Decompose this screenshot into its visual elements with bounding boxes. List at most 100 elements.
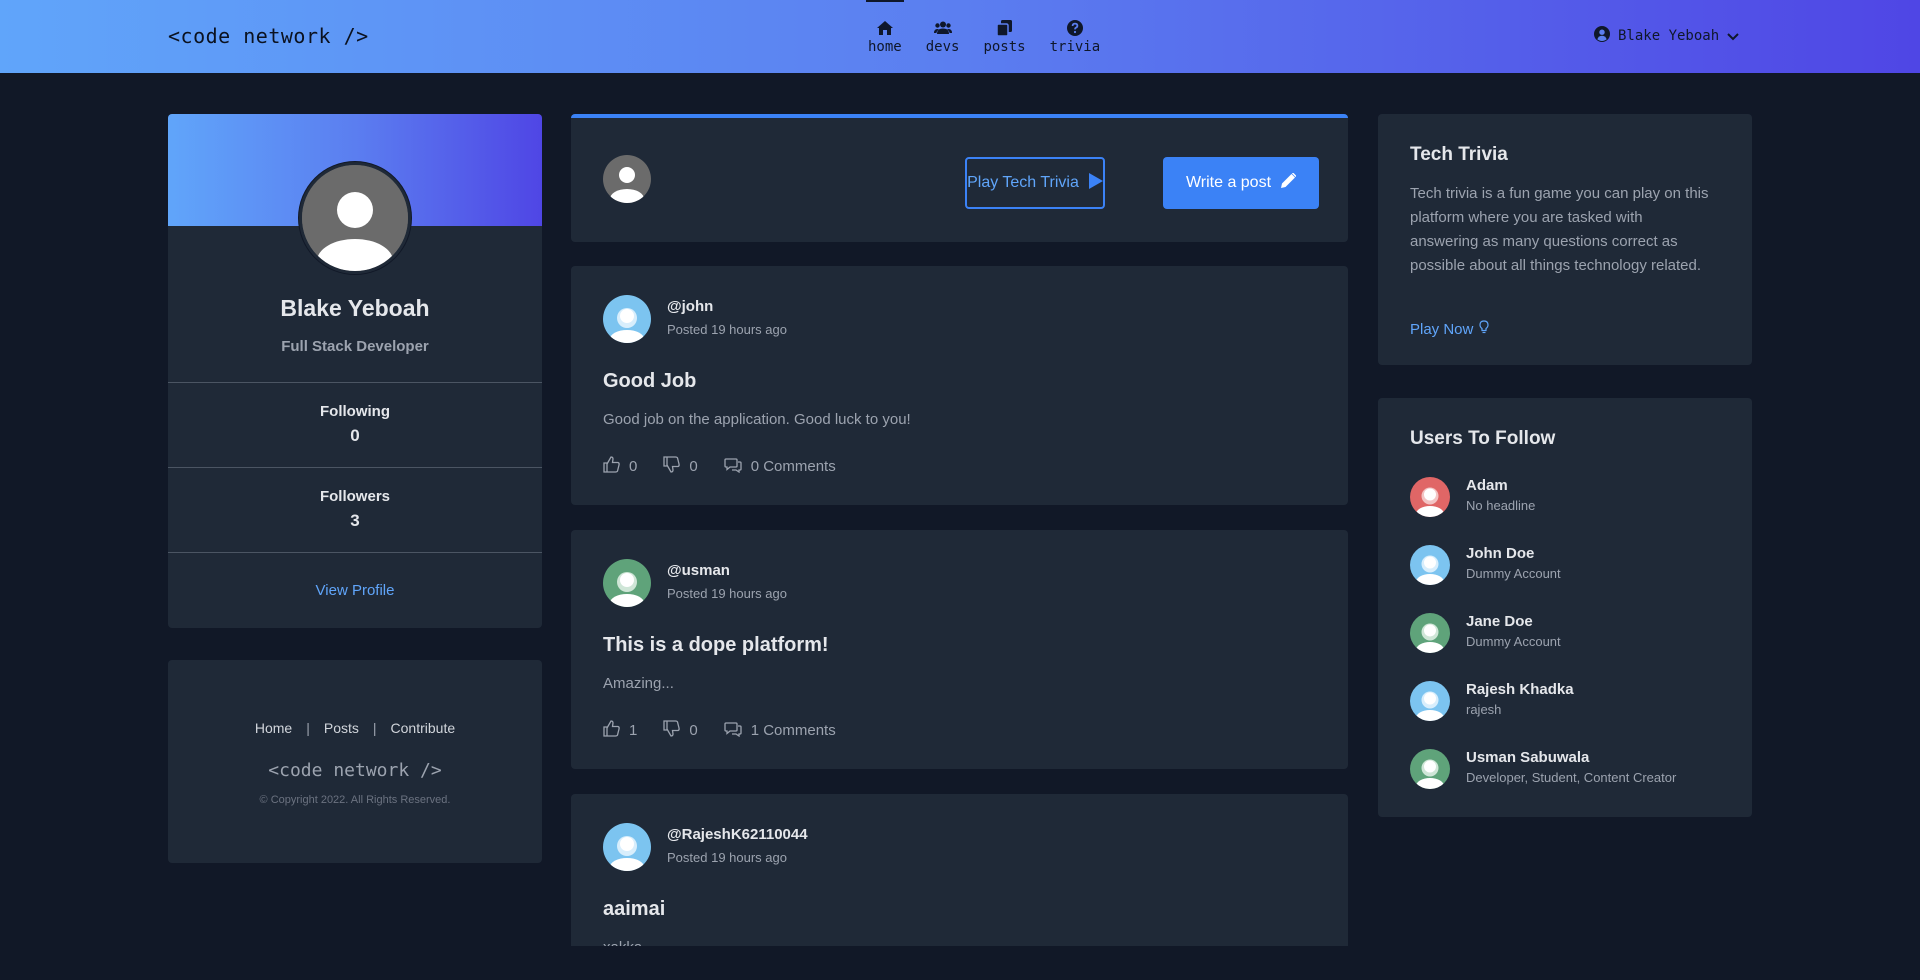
follow-user-item[interactable]: Usman Sabuwala Developer, Student, Conte… (1410, 749, 1730, 789)
play-icon (1088, 172, 1103, 194)
post-body: Amazing... (603, 675, 674, 692)
avatar (1410, 681, 1450, 721)
follow-user-headline: rajesh (1466, 702, 1502, 717)
comments-button[interactable]: 1 Comments (724, 721, 836, 741)
brand-logo[interactable]: <code network /> (168, 24, 369, 48)
post-author[interactable]: @john (667, 298, 713, 315)
profile-role: Full Stack Developer (281, 338, 429, 355)
follow-user-item[interactable]: John Doe Dummy Account (1410, 545, 1730, 585)
viewport-bottom (0, 946, 1920, 980)
like-button[interactable]: 1 (603, 720, 637, 741)
play-tech-trivia-button[interactable]: Play Tech Trivia (965, 157, 1105, 209)
view-profile-link[interactable]: View Profile (168, 582, 542, 599)
tech-trivia-card: Tech Trivia Tech trivia is a fun game yo… (1378, 114, 1752, 365)
post-body: Good job on the application. Good luck t… (603, 411, 911, 428)
like-count: 1 (629, 722, 638, 739)
followers-label: Followers (319, 488, 390, 505)
avatar (1410, 545, 1450, 585)
thumbs-down-icon (663, 720, 681, 741)
question-circle-icon (1066, 19, 1083, 37)
main-nav: home devs posts trivia (856, 0, 1112, 73)
post-card: @john Posted 19 hours ago Good Job Good … (571, 266, 1348, 505)
profile-name: Blake Yeboah (280, 295, 430, 321)
lightbulb-icon (1479, 320, 1489, 338)
follow-user-item[interactable]: Rajesh Khadka rajesh (1410, 681, 1730, 721)
profile-card: Blake Yeboah Full Stack Developer Follow… (168, 114, 542, 628)
post-author[interactable]: @RajeshK62110044 (667, 826, 808, 843)
play-now-label: Play Now (1410, 320, 1474, 338)
footer-link-posts[interactable]: Posts (324, 720, 359, 736)
footer-link-home[interactable]: Home (255, 720, 292, 736)
follow-user-name: Usman Sabuwala (1466, 749, 1590, 766)
thumbs-up-icon (603, 456, 620, 477)
avatar (1410, 749, 1450, 789)
copy-icon (997, 19, 1013, 37)
post-composer: Play Tech Trivia Write a post (571, 114, 1348, 242)
user-menu[interactable]: Blake Yeboah (1594, 26, 1739, 45)
post-title[interactable]: Good Job (603, 370, 696, 393)
footer-links: Home | Posts | Contribute (168, 720, 542, 736)
following-label: Following (320, 403, 390, 420)
follow-user-headline: Dummy Account (1466, 634, 1561, 649)
avatar (1410, 613, 1450, 653)
comments-count: 0 Comments (750, 458, 836, 475)
nav-trivia[interactable]: trivia (1038, 0, 1113, 73)
avatar[interactable] (603, 295, 651, 343)
users-to-follow-card: Users To Follow Adam No headline John Do… (1378, 398, 1752, 817)
follow-user-item[interactable]: Adam No headline (1410, 477, 1730, 517)
user-menu-name: Blake Yeboah (1618, 27, 1720, 44)
footer-link-contribute[interactable]: Contribute (391, 720, 456, 736)
post-author[interactable]: @usman (667, 562, 730, 579)
like-button[interactable]: 0 (603, 456, 637, 477)
nav-devs[interactable]: devs (914, 0, 972, 73)
nav-posts-label: posts (983, 38, 1026, 55)
post-title[interactable]: aaimai (603, 898, 665, 921)
post-actions: 1 0 1 Comments (603, 720, 862, 741)
tech-trivia-title: Tech Trivia (1410, 144, 1508, 165)
footer-card: Home | Posts | Contribute <code network /> ©… (168, 660, 542, 863)
nav-trivia-label: trivia (1049, 38, 1101, 55)
avatar[interactable] (603, 823, 651, 871)
follow-user-name: Jane Doe (1466, 613, 1533, 630)
user-circle-icon (1594, 26, 1610, 45)
users-to-follow-title: Users To Follow (1410, 428, 1556, 449)
play-tech-trivia-label: Play Tech Trivia (967, 174, 1079, 191)
divider: | (372, 720, 377, 736)
write-post-button[interactable]: Write a post (1163, 157, 1319, 209)
nav-home-label: home (868, 38, 902, 55)
comments-button[interactable]: 0 Comments (724, 457, 836, 477)
post-title[interactable]: This is a dope platform! (603, 634, 829, 657)
dislike-count: 0 (689, 458, 698, 475)
nav-posts[interactable]: posts (971, 0, 1037, 73)
follow-user-name: John Doe (1466, 545, 1535, 562)
pencil-icon (1281, 172, 1297, 193)
thumbs-up-icon (603, 720, 620, 741)
nav-devs-label: devs (925, 38, 960, 55)
dislike-button[interactable]: 0 (663, 456, 698, 477)
following-count: 0 (350, 426, 360, 445)
users-icon (933, 19, 952, 37)
profile-avatar (299, 162, 411, 274)
followers-stat: Followers 3 (168, 467, 542, 553)
dislike-count: 0 (689, 722, 698, 739)
post-card: @RajeshK62110044 Posted 19 hours ago aai… (571, 794, 1348, 954)
follow-user-item[interactable]: Jane Doe Dummy Account (1410, 613, 1730, 653)
like-count: 0 (629, 458, 638, 475)
post-timestamp: Posted 19 hours ago (667, 850, 787, 865)
following-stat: Following 0 (168, 382, 542, 468)
thumbs-down-icon (663, 456, 681, 477)
comments-count: 1 Comments (750, 722, 836, 739)
play-now-link[interactable]: Play Now (1410, 320, 1489, 338)
chevron-down-icon (1727, 28, 1739, 44)
follow-user-name: Rajesh Khadka (1466, 681, 1574, 698)
nav-home[interactable]: home (856, 0, 914, 73)
home-icon (876, 19, 893, 37)
follow-user-headline: No headline (1466, 498, 1536, 513)
avatar[interactable] (603, 559, 651, 607)
comments-icon (724, 721, 742, 741)
follow-user-name: Adam (1466, 477, 1508, 494)
post-timestamp: Posted 19 hours ago (667, 322, 787, 337)
dislike-button[interactable]: 0 (663, 720, 698, 741)
tech-trivia-description: Tech trivia is a fun game you can play o… (1410, 185, 1709, 274)
follow-user-headline: Developer, Student, Content Creator (1466, 770, 1677, 785)
